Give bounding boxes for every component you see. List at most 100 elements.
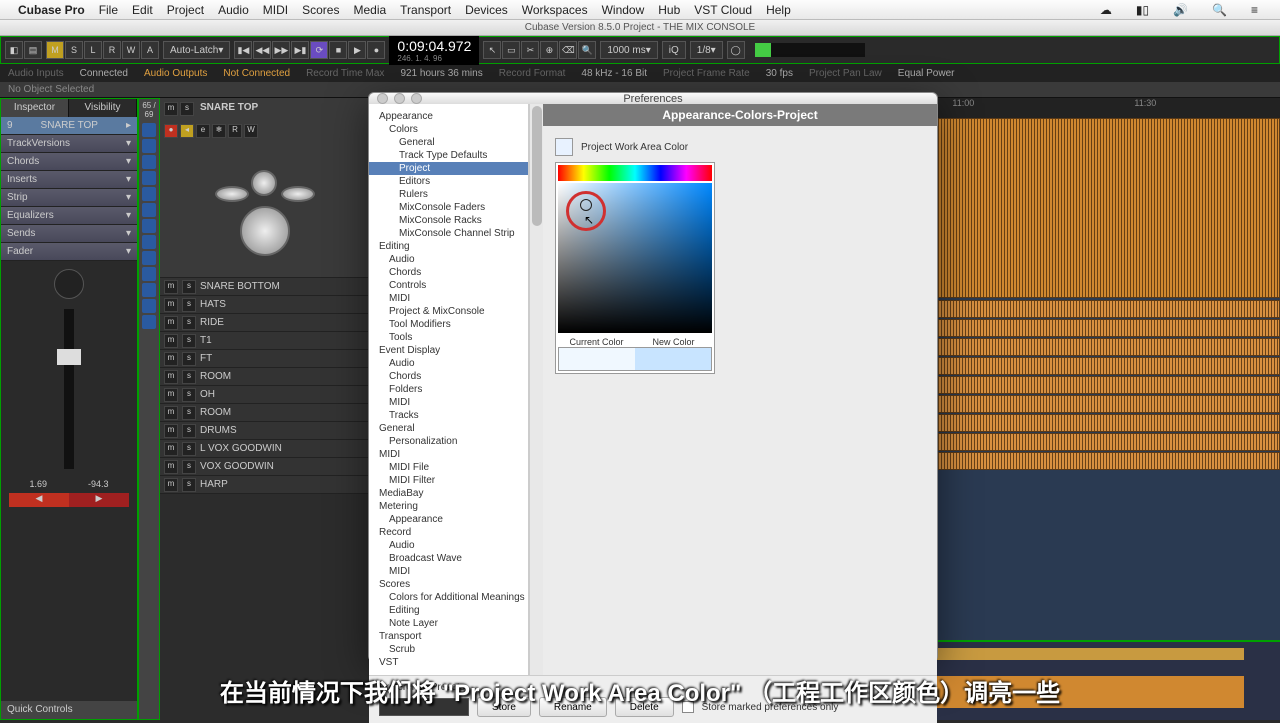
tool-zoom-icon[interactable]: 🔍 [578, 41, 596, 59]
section-equalizers[interactable]: Equalizers▾ [1, 207, 137, 225]
quantize-apply-icon[interactable]: ◯ [727, 41, 745, 59]
dialog-titlebar[interactable]: Preferences [369, 93, 937, 104]
pref-tree-node[interactable]: Controls [369, 279, 528, 292]
vis-dot[interactable] [142, 123, 156, 137]
menu-hub[interactable]: Hub [658, 3, 680, 17]
automation-button[interactable]: A [141, 41, 159, 59]
store-marked-checkbox[interactable] [682, 701, 694, 713]
saturation-value-area[interactable]: ↖ [558, 183, 712, 333]
search-icon[interactable]: 🔍 [1212, 3, 1227, 17]
section-strip[interactable]: Strip▾ [1, 189, 137, 207]
pref-tree-node[interactable]: Audio [369, 357, 528, 370]
vis-dot[interactable] [142, 187, 156, 201]
track-mute[interactable]: m [164, 442, 178, 456]
menu-extra-icon[interactable]: ≡ [1251, 3, 1258, 17]
pref-tree-node[interactable]: Tools [369, 331, 528, 344]
track-solo[interactable]: s [182, 478, 196, 492]
menu-transport[interactable]: Transport [400, 3, 451, 17]
cloud-icon[interactable]: ☁ [1100, 3, 1112, 17]
pref-tree-node[interactable]: Editing [369, 604, 528, 617]
track-solo[interactable]: s [182, 334, 196, 348]
track-row[interactable]: msROOM [160, 368, 370, 386]
pref-tree-node[interactable]: Project [369, 162, 528, 175]
track-selected[interactable]: m s SNARE TOP ● ◂ e ❄ R W [160, 98, 370, 278]
vis-dot[interactable] [142, 235, 156, 249]
volume-icon[interactable]: 🔊 [1173, 3, 1188, 17]
track-mute[interactable]: m [164, 102, 178, 116]
track-mute[interactable]: m [164, 352, 178, 366]
pref-tree-node[interactable]: Tool Modifiers [369, 318, 528, 331]
pref-tree-node[interactable]: General [369, 136, 528, 149]
read-button[interactable]: R [103, 41, 121, 59]
section-sends[interactable]: Sends▾ [1, 225, 137, 243]
fader-btn-left[interactable]: ◀ [9, 493, 69, 507]
pref-tree-node[interactable]: Audio [369, 253, 528, 266]
listen-button[interactable]: L [84, 41, 102, 59]
track-solo[interactable]: s [182, 370, 196, 384]
menu-file[interactable]: File [99, 3, 118, 17]
track-mute[interactable]: m [164, 424, 178, 438]
mute-button[interactable]: M [46, 41, 64, 59]
track-row[interactable]: msFT [160, 350, 370, 368]
pref-tree-node[interactable]: Broadcast Wave [369, 552, 528, 565]
tab-inspector[interactable]: Inspector [1, 99, 69, 117]
pref-tree-node[interactable]: Transport [369, 630, 528, 643]
inspector-track-header[interactable]: 9 SNARE TOP ▸ [1, 117, 137, 135]
track-row[interactable]: msVOX GOODWIN [160, 458, 370, 476]
pref-tree-node[interactable]: MIDI [369, 292, 528, 305]
track-row[interactable]: msOH [160, 386, 370, 404]
tree-scrollbar[interactable] [529, 104, 543, 675]
track-solo[interactable]: s [182, 406, 196, 420]
pref-tree-node[interactable]: MixConsole Racks [369, 214, 528, 227]
color-swatch[interactable] [555, 138, 573, 156]
track-mute[interactable]: m [164, 460, 178, 474]
tool-split-icon[interactable]: ✂ [521, 41, 539, 59]
pref-tree-node[interactable]: MIDI Filter [369, 474, 528, 487]
track-row[interactable]: msRIDE [160, 314, 370, 332]
track-row[interactable]: msHATS [160, 296, 370, 314]
track-solo[interactable]: s [180, 102, 194, 116]
solo-button[interactable]: S [65, 41, 83, 59]
rename-button[interactable]: Rename [539, 697, 607, 717]
pref-tree-node[interactable]: MixConsole Faders [369, 201, 528, 214]
play-button[interactable]: ▶ [348, 41, 366, 59]
toolbar-config-icon[interactable]: ▤ [24, 41, 42, 59]
menu-audio[interactable]: Audio [218, 3, 249, 17]
track-solo[interactable]: s [182, 316, 196, 330]
vis-dot[interactable] [142, 299, 156, 313]
section-trackversions[interactable]: TrackVersions▾ [1, 135, 137, 153]
pref-tree-node[interactable]: Metering [369, 500, 528, 513]
track-solo[interactable]: s [182, 460, 196, 474]
pref-tree-node[interactable]: Project & MixConsole [369, 305, 528, 318]
track-mute[interactable]: m [164, 388, 178, 402]
menu-workspaces[interactable]: Workspaces [522, 3, 588, 17]
quick-controls-header[interactable]: Quick Controls [1, 701, 137, 719]
pref-tree-node[interactable]: Colors [369, 123, 528, 136]
track-solo[interactable]: s [182, 298, 196, 312]
toolbar-activate-icon[interactable]: ◧ [5, 41, 23, 59]
menu-window[interactable]: Window [602, 3, 645, 17]
tool-erase-icon[interactable]: ⌫ [559, 41, 577, 59]
track-mute[interactable]: m [164, 478, 178, 492]
forward-icon[interactable]: ▶▶ [272, 41, 290, 59]
store-button[interactable]: Store [477, 697, 531, 717]
pref-tree-node[interactable]: Appearance [369, 513, 528, 526]
track-rec[interactable]: ● [164, 124, 178, 138]
section-chords[interactable]: Chords▾ [1, 153, 137, 171]
track-freeze-icon[interactable]: ❄ [212, 124, 226, 138]
rewind-icon[interactable]: ◀◀ [253, 41, 271, 59]
pref-tree-node[interactable]: MediaBay [369, 487, 528, 500]
pref-tree-node[interactable]: Chords [369, 370, 528, 383]
pref-tree-node[interactable]: Scores [369, 578, 528, 591]
battery-icon[interactable]: ▮▯ [1136, 3, 1149, 17]
timecode-display[interactable]: 0:09:04.972 246. 1. 4. 96 [389, 36, 479, 65]
vis-dot[interactable] [142, 171, 156, 185]
pref-tree-node[interactable]: Personalization [369, 435, 528, 448]
track-monitor[interactable]: ◂ [180, 124, 194, 138]
pref-tree-node[interactable]: Record [369, 526, 528, 539]
tool-range-icon[interactable]: ▭ [502, 41, 520, 59]
track-mute[interactable]: m [164, 316, 178, 330]
pan-knob[interactable] [54, 269, 84, 299]
pref-tree-node[interactable]: MixConsole Channel Strip [369, 227, 528, 240]
track-solo[interactable]: s [182, 424, 196, 438]
